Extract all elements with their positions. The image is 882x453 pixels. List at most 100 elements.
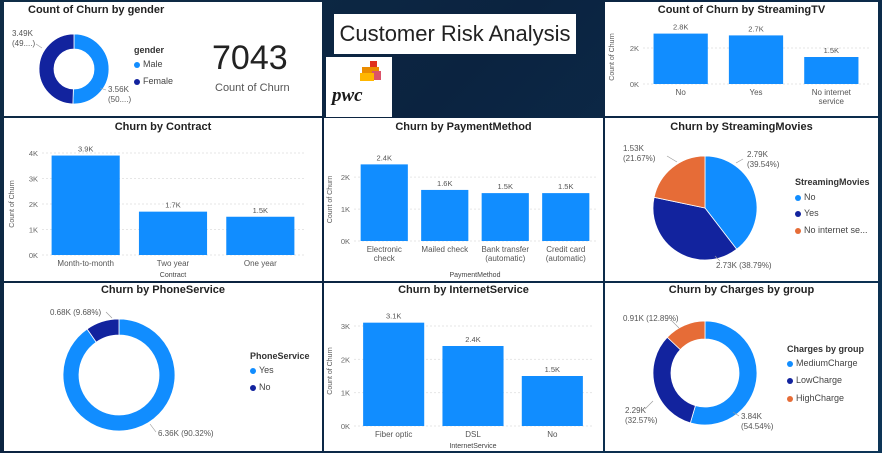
bar-data-label: 2.8K [673,23,688,32]
movies-no-pct: (39.54%) [747,160,780,169]
bar[interactable] [442,346,504,426]
bar[interactable] [226,216,295,255]
y-tick-label: 1K [29,226,38,235]
pie-slice[interactable] [38,33,75,105]
x-tick-label: Credit card [546,245,585,254]
bar[interactable] [521,376,583,426]
movies-pie-chart[interactable]: 2.79K (39.54%) 2.73K (38.79%) 1.53K (21.… [605,118,878,281]
y-tick-label: 3K [29,175,38,184]
bar[interactable] [51,155,120,255]
x-tick-label: No [547,430,558,439]
legend-item-movies-yes[interactable]: Yes [795,208,819,218]
charges-low-pct: (32.57%) [625,416,658,425]
x-tick-label: service [819,97,845,106]
x-tick-label: Mailed check [421,245,469,254]
x-tick-label: Electronic [367,245,402,254]
legend-dot-female [134,78,140,85]
pwc-logo: pwc [326,57,392,117]
x-tick-label: Bank transfer [481,245,529,254]
y-tick-label: 0K [29,251,38,260]
charges-med-pct: (54.54%) [741,422,774,431]
legend-item-low-charge[interactable]: LowCharge [787,375,842,385]
gender-male-label: 3.56K [108,85,130,94]
y-axis-title: Count of Churn [609,33,616,81]
phone-panel: Churn by PhoneService 0.68K (9.68%) 6.36… [4,283,322,451]
bar[interactable] [728,35,784,84]
bar-data-label: 3.1K [386,312,401,321]
phone-donut-chart[interactable]: 0.68K (9.68%) 6.36K (90.32%) [4,283,322,451]
legend-dot-high-charge [787,395,793,402]
report-title-banner: Customer Risk Analysis [334,14,576,54]
legend-item-female[interactable]: Female [134,76,173,86]
x-axis-title: Contract [160,272,187,279]
gender-male-pct: (50....) [108,95,131,104]
movies-legend-title: StreamingMovies [795,177,870,187]
y-tick-label: 2K [341,355,350,364]
charges-high-label: 0.91K (12.89%) [623,314,679,323]
pwc-logo-text: pwc [332,85,363,106]
phone-legend-title: PhoneService [250,351,310,361]
bar[interactable] [481,193,529,241]
pie-slice[interactable] [652,336,696,424]
x-tick-label: One year [244,259,277,268]
phone-yes-label: 6.36K (90.32%) [158,429,214,438]
bar-data-label: 1.6K [437,179,452,188]
y-axis-title: Count of Churn [327,176,334,224]
bar[interactable] [138,211,208,255]
y-tick-label: 4K [29,149,38,158]
y-tick-label: 2K [341,173,350,182]
pie-slice[interactable] [72,33,110,105]
gender-donut[interactable]: 3.49K (49....) 3.56K (50....) [4,14,134,124]
bar-data-label: 1.5K [558,182,573,191]
contract-bar-chart[interactable]: 0K 1K 2K 3K 4K Count of Churn 3.9K Month-to-mon… [4,118,322,281]
gender-female-pct: (49....) [12,39,35,48]
x-axis-title: InternetService [449,443,496,450]
legend-dot-low-charge [787,377,793,384]
pie-slice[interactable] [62,318,176,432]
bar[interactable] [360,164,408,241]
movies-panel: Churn by StreamingMovies 2.79K (39.54%) … [605,118,878,281]
y-tick-label: 2K [630,44,639,53]
streamingtv-bar-chart[interactable]: 0K 2K Count of Churn 2.8K No 2.7K Yes 1.5K No in… [605,2,878,116]
legend-item-high-charge[interactable]: HighCharge [787,393,844,403]
charges-legend-title: Charges by group [787,344,865,354]
gender-female-label: 3.49K [12,29,34,38]
legend-item-medium-charge[interactable]: MediumCharge [787,358,858,368]
legend-item-movies-no[interactable]: No [795,192,816,202]
bar-data-label: 2.7K [748,24,763,33]
legend-item-phone-yes[interactable]: Yes [250,365,274,375]
x-tick-label: (automatic) [546,254,586,263]
x-tick-label: Yes [749,88,762,97]
charges-panel: Churn by Charges by group 0.91K (12.89%)… [605,283,878,451]
bar[interactable] [542,193,590,241]
internet-panel: Churn by InternetService 0K 1K 2K 3K Count o… [324,283,603,451]
movies-yes-label: 2.73K (38.79%) [716,261,772,270]
y-tick-label: 0K [341,422,350,431]
bar-data-label: 1.5K [824,46,839,55]
legend-dot-movies-yes [795,210,801,217]
legend-item-movies-nis[interactable]: No internet se... [795,225,868,235]
y-axis-title: Count of Churn [9,180,16,228]
movies-no-label: 2.79K [747,150,769,159]
bar[interactable] [804,57,859,84]
gender-legend-title: gender [134,45,165,55]
y-tick-label: 1K [341,205,350,214]
bar[interactable] [653,33,708,84]
legend-item-phone-no[interactable]: No [250,382,271,392]
charges-low-label: 2.29K [625,406,647,415]
bar[interactable] [363,322,425,426]
streamingtv-panel: Count of Churn by StreamingTV 0K 2K Count … [605,2,878,116]
payment-bar-chart[interactable]: 0K 1K 2K Count of Churn 2.4K Electroniccheck 1… [324,118,603,281]
internet-bar-chart[interactable]: 0K 1K 2K 3K Count of Churn 3.1K Fiber optic 2.4… [324,283,603,451]
x-tick-label: Month-to-month [57,259,113,268]
y-tick-label: 3K [341,322,350,331]
x-tick-label: Fiber optic [375,430,412,439]
bar[interactable] [421,189,469,241]
legend-dot-phone-no [250,384,256,391]
kpi-value: 7043 [212,39,288,77]
x-tick-label: No internet [812,88,852,97]
x-tick-label: No [676,88,687,97]
legend-dot-phone-yes [250,367,256,374]
phone-no-label: 0.68K (9.68%) [50,308,101,317]
legend-item-male[interactable]: Male [134,59,163,69]
